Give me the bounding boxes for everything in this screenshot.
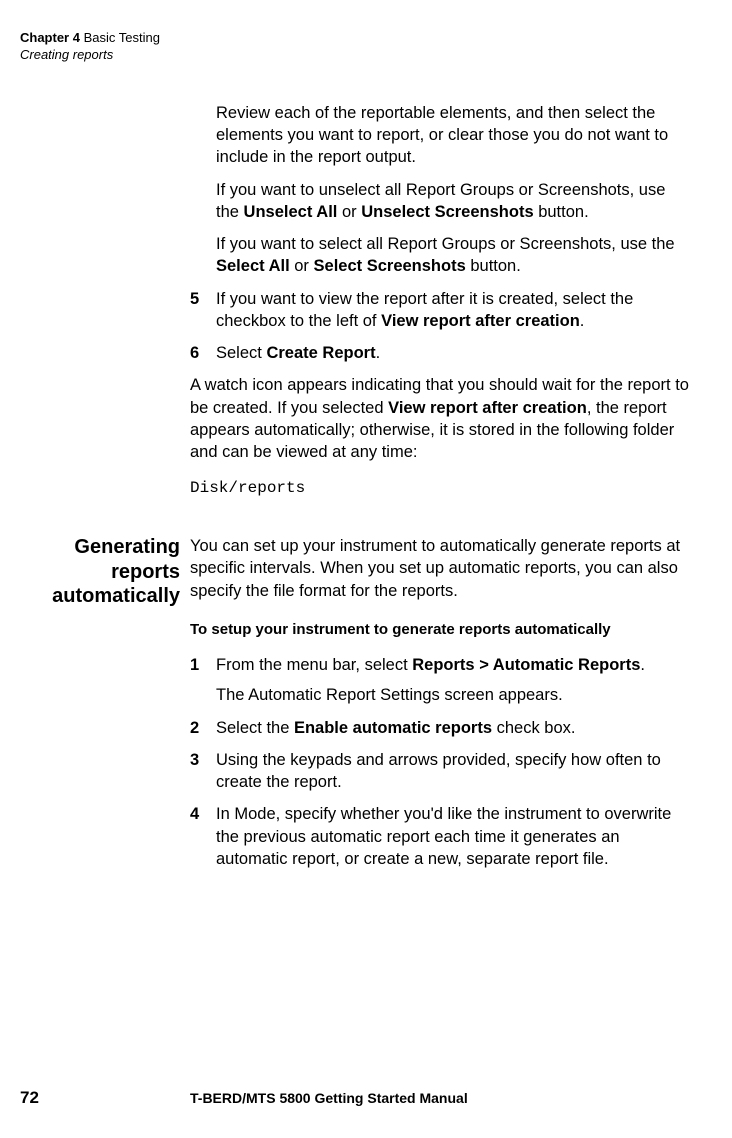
select-paragraph: If you want to select all Report Groups … [216, 233, 692, 278]
auto-step-2: 2 Select the Enable automatic reports ch… [190, 717, 692, 739]
step-number: 1 [190, 654, 216, 707]
header-section: Creating reports [20, 47, 692, 64]
step-number: 5 [190, 288, 216, 333]
watch-paragraph: A watch icon appears indicating that you… [190, 374, 692, 463]
auto-step-1-sub: The Automatic Report Settings screen app… [216, 684, 692, 706]
chapter-title-text: Basic Testing [84, 30, 160, 45]
step-number: 6 [190, 342, 216, 364]
page-header: Chapter 4 Basic Testing Creating reports [20, 30, 692, 64]
step-number: 2 [190, 717, 216, 739]
auto-step-4: 4 In Mode, specify whether you'd like th… [190, 803, 692, 870]
step-6: 6 Select Create Report. [190, 342, 692, 364]
auto-step-1: 1 From the menu bar, select Reports > Au… [190, 654, 692, 707]
unselect-paragraph: If you want to unselect all Report Group… [216, 179, 692, 224]
review-paragraph: Review each of the reportable elements, … [216, 102, 692, 169]
step-5: 5 If you want to view the report after i… [190, 288, 692, 333]
section2-subhead: To setup your instrument to generate rep… [190, 620, 692, 640]
footer-title: T-BERD/MTS 5800 Getting Started Manual [190, 1090, 468, 1106]
page-footer: 72 T-BERD/MTS 5800 Getting Started Manua… [20, 1088, 692, 1108]
step-number: 4 [190, 803, 216, 870]
section2-intro: You can set up your instrument to automa… [190, 535, 692, 602]
chapter-label: Chapter 4 [20, 30, 80, 45]
step-number: 3 [190, 749, 216, 794]
auto-step-3: 3 Using the keypads and arrows provided,… [190, 749, 692, 794]
page-number: 72 [20, 1088, 190, 1108]
disk-path: Disk/reports [190, 478, 692, 500]
section-heading-generating: Generating reports automatically [20, 535, 190, 609]
